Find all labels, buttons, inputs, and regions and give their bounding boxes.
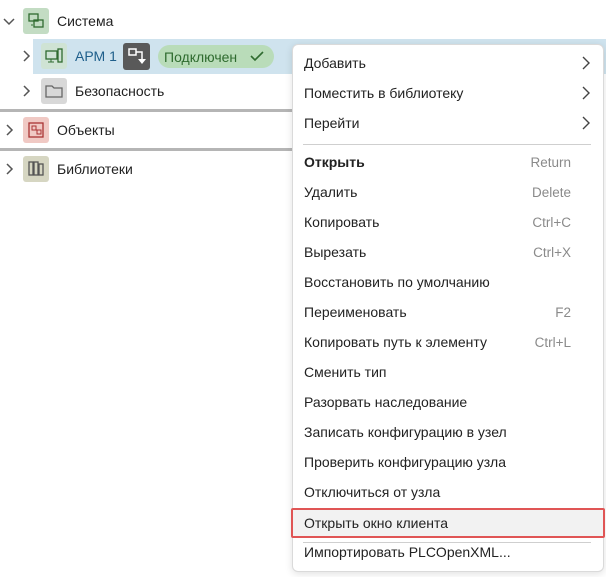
menu-item-cut[interactable]: Вырезать Ctrl+X: [293, 238, 603, 266]
tree-item-libraries-label[interactable]: Библиотеки: [57, 161, 133, 177]
chevron-right-icon[interactable]: [2, 162, 16, 176]
chevron-down-icon[interactable]: [2, 14, 16, 28]
workstation-icon: [41, 43, 67, 69]
tree-item-arm1-label[interactable]: АРМ 1: [75, 48, 117, 64]
menu-item-write-config[interactable]: Записать конфигурацию в узел: [293, 418, 603, 446]
menu-item-open-client[interactable]: Открыть окно клиента: [293, 509, 603, 537]
shortcut-label: F2: [555, 304, 571, 320]
menu-item-go-to[interactable]: Перейти: [293, 109, 603, 137]
shortcut-label: Delete: [531, 184, 571, 200]
folder-icon: [41, 78, 67, 104]
menu-item-copy[interactable]: Копировать Ctrl+C: [293, 208, 603, 236]
status-badge-label: Подключен: [164, 48, 238, 65]
app-root: Система АРМ 1 Подключен Безопасность Объ…: [0, 0, 606, 577]
shortcut-label: Return: [530, 154, 571, 170]
menu-item-add[interactable]: Добавить: [293, 49, 603, 77]
chevron-right-icon: [582, 56, 590, 70]
shortcut-label: Ctrl+L: [534, 334, 571, 350]
chevron-right-icon: [582, 86, 590, 100]
flow-icon[interactable]: [123, 43, 150, 70]
menu-item-import-plc[interactable]: Импортировать PLCOpenXML...: [293, 538, 603, 566]
menu-separator: [303, 144, 591, 145]
menu-item-place-in-library[interactable]: Поместить в библиотеку: [293, 79, 603, 107]
menu-item-change-type[interactable]: Сменить тип: [293, 358, 603, 386]
library-icon: [23, 156, 49, 182]
divider: [0, 148, 292, 151]
menu-item-copy-path[interactable]: Копировать путь к элементу Ctrl+L: [293, 328, 603, 356]
objects-icon: [23, 117, 49, 143]
tree-item-objects-label[interactable]: Объекты: [57, 122, 115, 138]
menu-item-break-inheritance[interactable]: Разорвать наследование: [293, 388, 603, 416]
status-badge: Подключен: [158, 45, 274, 68]
menu-item-delete[interactable]: Удалить Delete: [293, 178, 603, 206]
shortcut-label: Ctrl+C: [532, 214, 571, 230]
check-icon: [250, 51, 264, 62]
tree-item-system-label[interactable]: Система: [57, 13, 113, 29]
menu-item-check-config[interactable]: Проверить конфигурацию узла: [293, 448, 603, 476]
divider: [0, 109, 292, 112]
shortcut-label: Ctrl+X: [533, 244, 571, 260]
system-icon: [23, 8, 49, 34]
menu-item-disconnect[interactable]: Отключиться от узла: [293, 478, 603, 506]
context-menu: Добавить Поместить в библиотеку Перейти …: [291, 44, 605, 572]
menu-item-restore-default[interactable]: Восстановить по умолчанию: [293, 268, 603, 296]
menu-item-open[interactable]: Открыть Return: [293, 148, 603, 176]
chevron-right-icon[interactable]: [19, 49, 33, 63]
tree-item-security-label[interactable]: Безопасность: [75, 83, 164, 99]
chevron-right-icon: [582, 116, 590, 130]
menu-item-rename[interactable]: Переименовать F2: [293, 298, 603, 326]
chevron-right-icon[interactable]: [2, 123, 16, 137]
chevron-right-icon[interactable]: [19, 84, 33, 98]
